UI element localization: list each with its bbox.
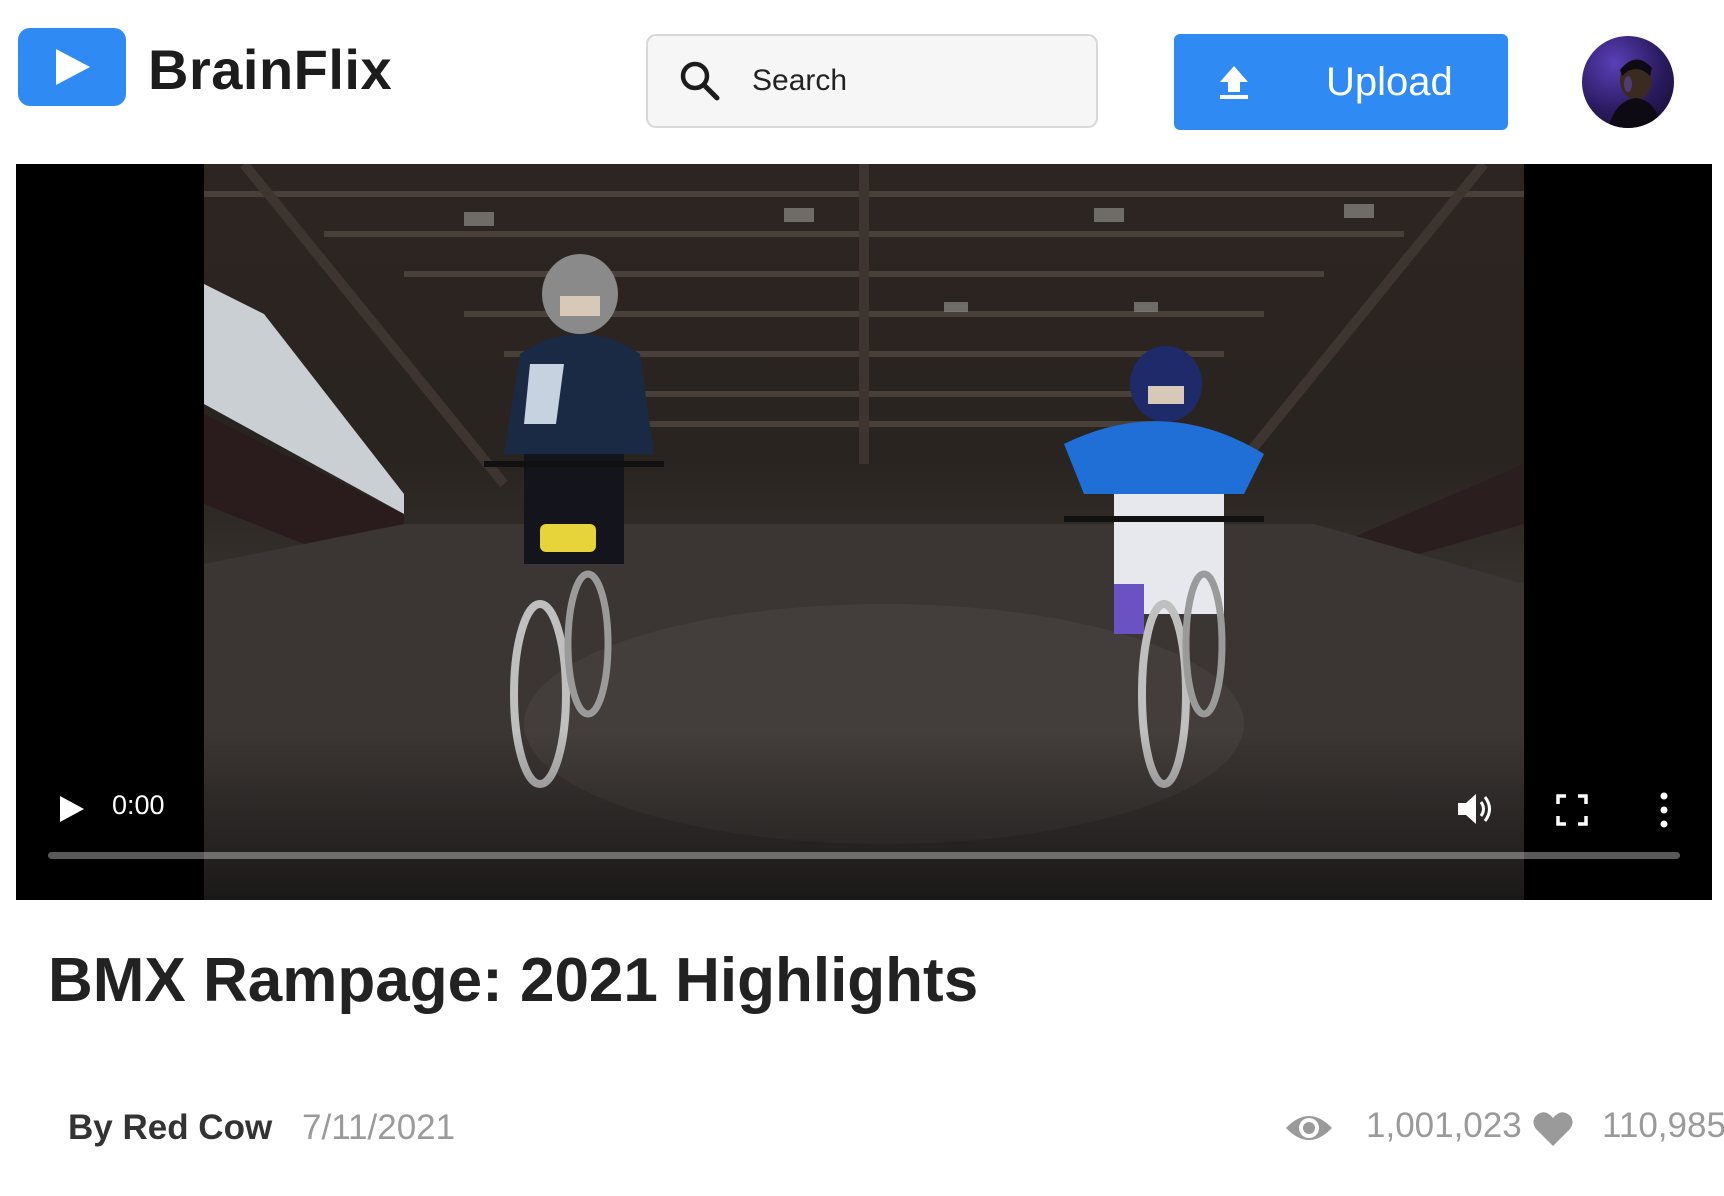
upload-label: Upload bbox=[1326, 59, 1453, 104]
current-time: 0:00 bbox=[112, 790, 165, 820]
brand-logo[interactable] bbox=[18, 28, 126, 106]
search-input[interactable] bbox=[750, 63, 1074, 99]
view-count: 1,001,023 bbox=[1366, 1106, 1522, 1145]
upload-date: 7/11/2021 bbox=[302, 1108, 456, 1147]
brand-name: BrainFlix bbox=[148, 38, 393, 101]
video-title: BMX Rampage: 2021 Highlights bbox=[48, 946, 979, 1015]
eye-icon bbox=[1286, 1116, 1332, 1140]
more-vertical-icon[interactable] bbox=[1658, 790, 1670, 830]
volume-button[interactable] bbox=[1454, 788, 1496, 830]
video-player[interactable]: 0:00 bbox=[16, 164, 1712, 900]
avatar-portrait bbox=[1608, 59, 1662, 128]
play-icon bbox=[56, 49, 90, 85]
heart-icon[interactable] bbox=[1532, 1110, 1574, 1148]
upload-icon bbox=[1220, 66, 1248, 99]
search-icon bbox=[680, 61, 720, 101]
upload-button[interactable]: Upload bbox=[1174, 34, 1508, 130]
search-bar[interactable] bbox=[646, 34, 1098, 128]
user-avatar[interactable] bbox=[1582, 36, 1674, 128]
channel-name[interactable]: By Red Cow bbox=[68, 1108, 272, 1148]
play-button[interactable] bbox=[54, 792, 88, 826]
like-count: 110,985 bbox=[1602, 1106, 1724, 1145]
progress-bar[interactable] bbox=[48, 852, 1680, 859]
fullscreen-button[interactable] bbox=[1554, 792, 1590, 828]
